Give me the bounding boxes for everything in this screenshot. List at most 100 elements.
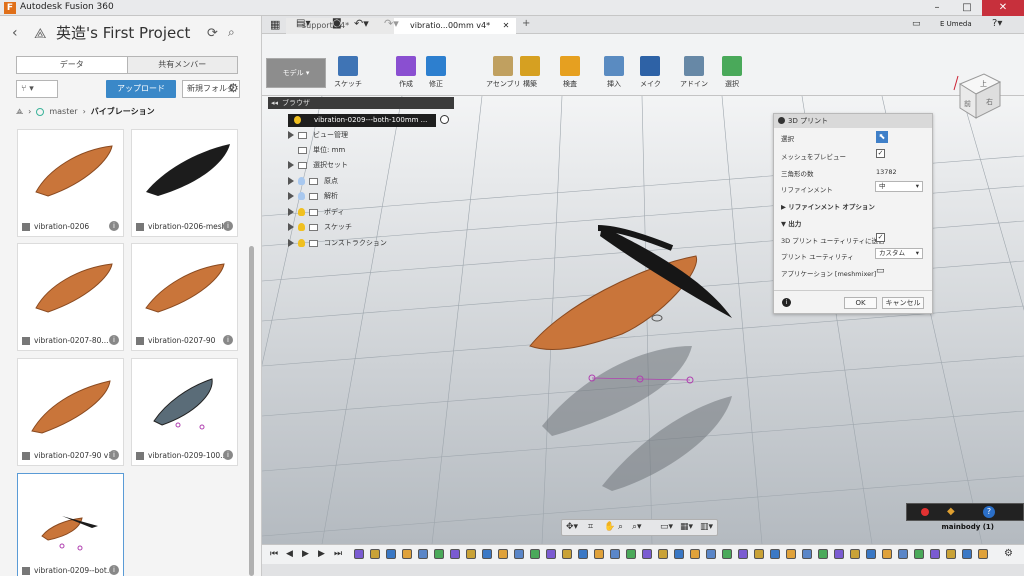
branch-dropdown[interactable]: ⑂ ▾ (16, 80, 58, 98)
refinement-select[interactable]: 中 ▾ (875, 181, 923, 192)
ribbon-group[interactable]: 修正 (426, 56, 446, 89)
ribbon-group[interactable]: アセンブリ (486, 56, 521, 89)
ribbon-group[interactable]: 検査 (560, 56, 580, 89)
ribbon-group[interactable]: スケッチ (334, 56, 362, 89)
file-tile[interactable]: vibration-0207-90 v1 i (17, 358, 124, 466)
timeline-feature-icon[interactable] (802, 549, 812, 559)
tab-vibration[interactable]: vibratio...00mm v4* ✕ (394, 18, 516, 34)
timeline-feature-icon[interactable] (482, 549, 492, 559)
timeline-start-icon[interactable]: ⏮ (270, 549, 278, 559)
panel-scrollbar[interactable] (249, 246, 254, 576)
timeline-feature-icon[interactable] (898, 549, 908, 559)
timeline-feature-icon[interactable] (594, 549, 604, 559)
folder-icon[interactable]: ▭ (876, 266, 885, 276)
timeline-feature-icon[interactable] (706, 549, 716, 559)
tab-shared-members[interactable]: 共有メンバー (126, 57, 237, 73)
file-tile[interactable]: vibration-0207-80... i (17, 243, 124, 351)
bulb-icon[interactable] (298, 192, 305, 200)
timeline-feature-icon[interactable] (962, 549, 972, 559)
send-checkbox[interactable]: ✓ (876, 233, 885, 242)
root-bulb-icon[interactable] (294, 116, 301, 124)
ribbon-group[interactable]: アドイン (680, 56, 708, 89)
timeline-feature-icon[interactable] (834, 549, 844, 559)
tab-data[interactable]: データ (17, 57, 127, 73)
record-icon[interactable] (440, 115, 449, 124)
info-icon[interactable]: i (223, 450, 233, 460)
timeline-feature-icon[interactable] (770, 549, 780, 559)
close-button[interactable]: ✕ (982, 0, 1024, 16)
tab-support[interactable]: support v4* (286, 18, 406, 34)
hub-icon[interactable]: ⟁ (16, 107, 23, 117)
viewcube[interactable]: 上 前 右 (950, 66, 1006, 122)
ribbon-group[interactable]: 構築 (520, 56, 540, 89)
browser-header[interactable]: ◂◂ ブラウザ (268, 97, 454, 109)
timeline-feature-icon[interactable] (578, 549, 588, 559)
timeline-feature-icon[interactable] (434, 549, 444, 559)
timeline-feature-icon[interactable] (354, 549, 364, 559)
timeline-feature-icon[interactable] (690, 549, 700, 559)
timeline-play-icon[interactable]: ▶ (302, 549, 309, 559)
expand-icon[interactable] (288, 223, 294, 231)
browser-item[interactable]: 選択セット (288, 160, 348, 174)
timeline-feature-icon[interactable] (626, 549, 636, 559)
timeline-feature-icon[interactable] (882, 549, 892, 559)
timeline-feature-icon[interactable] (818, 549, 828, 559)
timeline-feature-icon[interactable] (450, 549, 460, 559)
timeline-feature-icon[interactable] (386, 549, 396, 559)
expand-icon[interactable] (288, 239, 294, 247)
help-icon[interactable]: ? (983, 506, 995, 518)
timeline-feature-icon[interactable] (562, 549, 572, 559)
timeline-feature-icon[interactable] (738, 549, 748, 559)
timeline-feature-icon[interactable] (466, 549, 476, 559)
timeline-settings-icon[interactable]: ⚙ (1004, 548, 1013, 559)
timeline-feature-icon[interactable] (418, 549, 428, 559)
expand-icon[interactable] (288, 177, 294, 185)
timeline-feature-icon[interactable] (610, 549, 620, 559)
browser-item[interactable]: ビュー管理 (288, 130, 348, 144)
timeline-feature-icon[interactable] (546, 549, 556, 559)
timeline-end-icon[interactable]: ⏭ (334, 549, 342, 559)
bulb-icon[interactable] (298, 223, 305, 231)
look-at-icon[interactable]: ⌗ (588, 522, 593, 532)
timeline-feature-icon[interactable] (514, 549, 524, 559)
timeline-feature-icon[interactable] (914, 549, 924, 559)
back-icon[interactable]: ‹ (12, 25, 18, 41)
info-icon[interactable]: i (223, 221, 233, 231)
minimize-button[interactable]: – (922, 0, 952, 16)
browser-item[interactable]: スケッチ (288, 222, 352, 236)
browser-item[interactable]: ボディ (288, 207, 345, 221)
timeline-feature-icon[interactable] (642, 549, 652, 559)
info-icon[interactable]: i (109, 221, 119, 231)
refinement-options-section[interactable]: ▶ リファインメント オプション (781, 201, 875, 211)
zoom-icon[interactable]: ⌕ (618, 522, 623, 532)
bulb-icon[interactable] (298, 208, 305, 216)
bulb-icon[interactable] (298, 239, 305, 247)
browser-item[interactable]: 単位: mm (298, 145, 345, 159)
browser-collapse-icon[interactable]: ◂◂ (271, 97, 278, 109)
expand-icon[interactable] (288, 161, 294, 169)
ribbon-group[interactable]: 挿入 (604, 56, 624, 89)
pan-icon[interactable]: ✋ (604, 522, 615, 532)
file-tile[interactable]: vibration-0206 i (17, 129, 124, 237)
timeline-feature-icon[interactable] (786, 549, 796, 559)
maximize-button[interactable]: □ (952, 0, 982, 16)
timeline-feature-icon[interactable] (498, 549, 508, 559)
breadcrumb-branch[interactable]: master (49, 107, 77, 116)
timeline-feature-icon[interactable] (866, 549, 876, 559)
bulb-icon[interactable] (298, 177, 305, 185)
cancel-button[interactable]: キャンセル (882, 297, 924, 309)
preview-checkbox[interactable]: ✓ (876, 149, 885, 158)
utility-select[interactable]: カスタム ▾ (875, 248, 923, 259)
info-icon[interactable]: i (109, 335, 119, 345)
output-section[interactable]: ▼ 出力 (781, 218, 801, 228)
browser-item[interactable]: 原点 (288, 176, 338, 190)
browser-root[interactable]: vibration-0209---both-100mm ... (288, 114, 436, 127)
timeline-feature-icon[interactable] (674, 549, 684, 559)
info-icon[interactable]: i (109, 450, 119, 460)
apps-grid-icon[interactable]: ▦ (270, 18, 280, 31)
fit-icon[interactable]: ⌕▾ (632, 522, 642, 532)
timeline-next-icon[interactable]: ▶ (318, 549, 325, 559)
new-tab-icon[interactable]: + (522, 18, 530, 29)
file-tile[interactable]: vibration-0209-100... i (131, 358, 238, 466)
viewports-icon[interactable]: ▥▾ (700, 522, 713, 532)
